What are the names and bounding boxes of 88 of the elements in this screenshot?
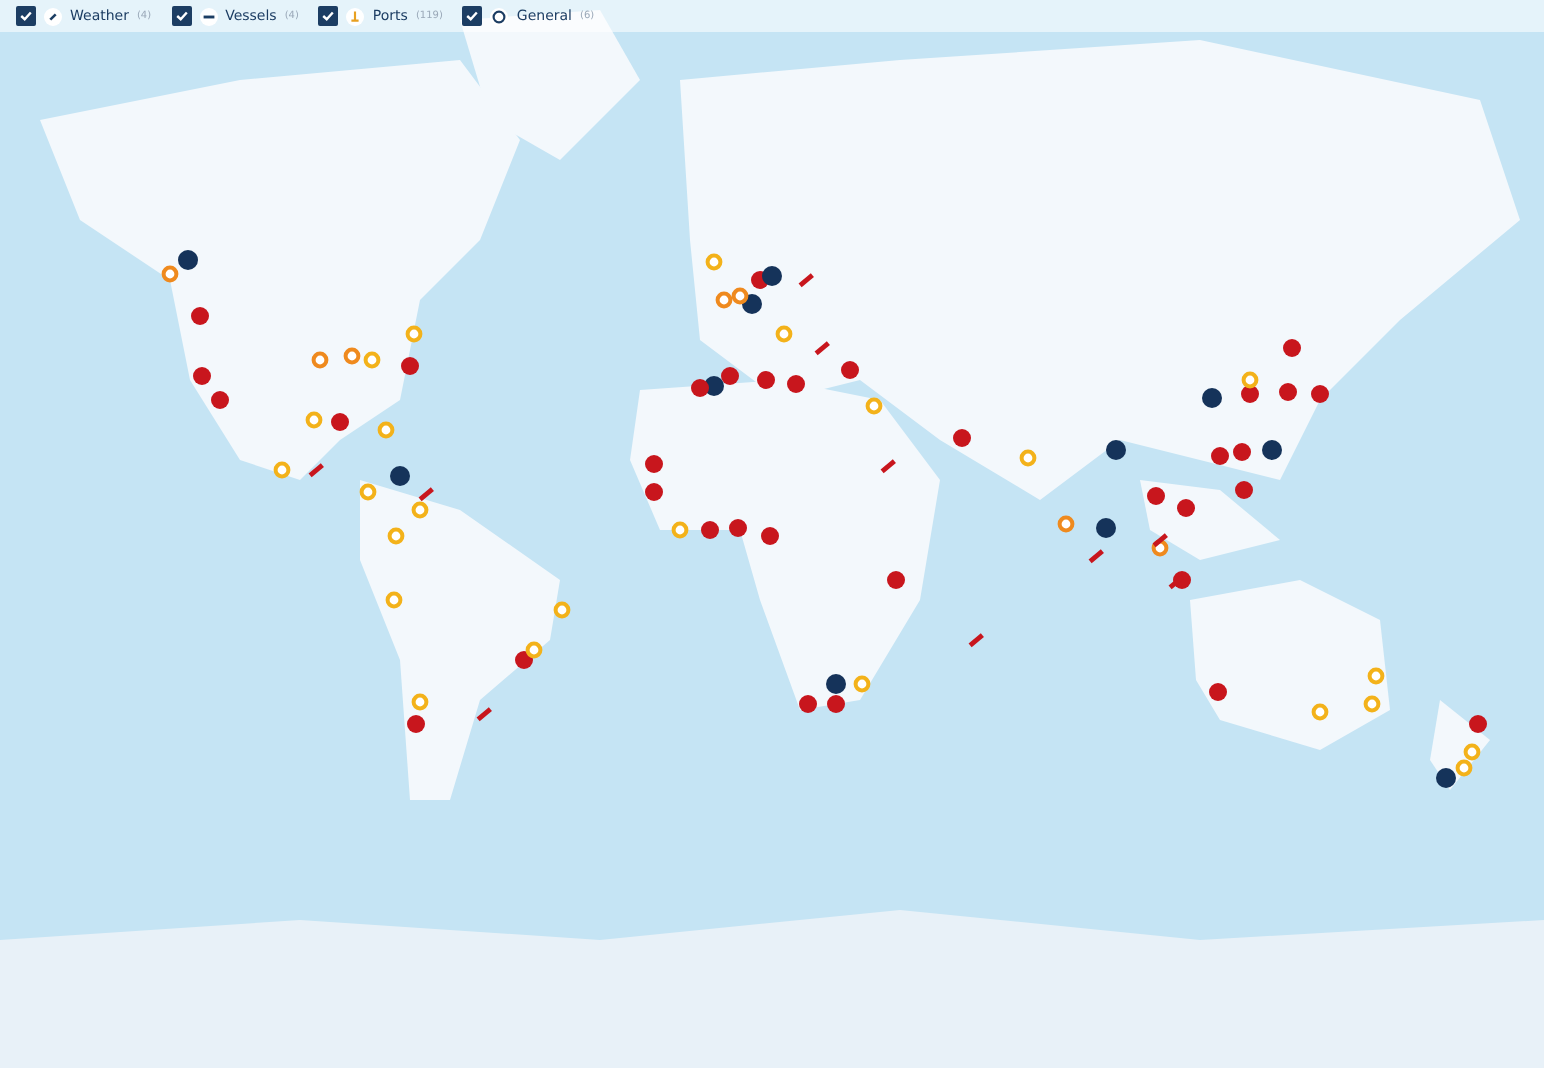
port-marker-icon[interactable]	[671, 521, 689, 539]
vessel-marker-icon[interactable]	[1096, 518, 1116, 538]
port-marker-icon[interactable]	[731, 287, 749, 305]
route-marker-icon	[308, 463, 324, 478]
cluster-marker-icon[interactable]	[953, 429, 971, 447]
cluster-marker-icon[interactable]	[211, 391, 229, 409]
cluster-marker-icon[interactable]	[701, 521, 719, 539]
anchor-icon	[346, 7, 365, 25]
port-marker-icon[interactable]	[343, 347, 361, 365]
cluster-marker-icon[interactable]	[1147, 487, 1165, 505]
cluster-marker-icon[interactable]	[331, 413, 349, 431]
cluster-marker-icon[interactable]	[191, 307, 209, 325]
cluster-marker-icon[interactable]	[1283, 339, 1301, 357]
route-marker-icon	[1088, 549, 1104, 564]
port-marker-icon[interactable]	[553, 601, 571, 619]
port-marker-icon[interactable]	[1455, 759, 1473, 777]
cluster-marker-icon[interactable]	[407, 715, 425, 733]
vessel-marker-icon[interactable]	[390, 466, 410, 486]
port-marker-icon[interactable]	[363, 351, 381, 369]
port-marker-icon[interactable]	[1463, 743, 1481, 761]
cluster-marker-icon[interactable]	[1469, 715, 1487, 733]
checkbox[interactable]	[16, 6, 36, 26]
cluster-marker-icon[interactable]	[1279, 383, 1297, 401]
cluster-marker-icon[interactable]	[721, 367, 739, 385]
port-marker-icon[interactable]	[865, 397, 883, 415]
route-marker-icon	[880, 459, 896, 474]
port-marker-icon[interactable]	[385, 591, 403, 609]
port-marker-icon[interactable]	[161, 265, 179, 283]
port-marker-icon[interactable]	[715, 291, 733, 309]
cluster-marker-icon[interactable]	[645, 483, 663, 501]
vessel-marker-icon[interactable]	[826, 674, 846, 694]
cluster-marker-icon[interactable]	[515, 651, 533, 669]
route-marker-icon	[798, 273, 814, 288]
cluster-marker-icon[interactable]	[401, 357, 419, 375]
port-marker-icon[interactable]	[775, 325, 793, 343]
port-marker-icon[interactable]	[405, 325, 423, 343]
vessel-marker-icon[interactable]	[762, 266, 782, 286]
info-icon	[490, 7, 509, 25]
port-marker-icon[interactable]	[525, 641, 543, 659]
vessel-marker-icon[interactable]	[1262, 440, 1282, 460]
port-marker-icon[interactable]	[853, 675, 871, 693]
port-marker-icon[interactable]	[387, 527, 405, 545]
port-marker-icon[interactable]	[411, 501, 429, 519]
route-marker-icon	[1152, 533, 1168, 548]
cluster-marker-icon[interactable]	[1233, 443, 1251, 461]
vessel-marker-icon[interactable]	[1436, 768, 1456, 788]
vessel-marker-icon[interactable]	[178, 250, 198, 270]
route-marker-icon	[476, 707, 492, 722]
checkbox[interactable]	[171, 6, 192, 26]
port-marker-icon[interactable]	[1311, 703, 1329, 721]
port-marker-icon[interactable]	[377, 421, 395, 439]
cluster-marker-icon[interactable]	[799, 695, 817, 713]
checkbox[interactable]	[462, 6, 483, 26]
cluster-marker-icon[interactable]	[691, 379, 709, 397]
checkbox[interactable]	[318, 6, 339, 26]
cluster-marker-icon[interactable]	[761, 527, 779, 545]
port-marker-icon[interactable]	[359, 483, 377, 501]
port-marker-icon[interactable]	[1019, 449, 1037, 467]
route-marker-icon	[814, 341, 830, 356]
cluster-marker-icon[interactable]	[757, 371, 775, 389]
cluster-marker-icon[interactable]	[827, 695, 845, 713]
port-marker-icon[interactable]	[1057, 515, 1075, 533]
cluster-marker-icon[interactable]	[729, 519, 747, 537]
cluster-marker-icon[interactable]	[1311, 385, 1329, 403]
port-marker-icon[interactable]	[1241, 371, 1259, 389]
port-marker-icon[interactable]	[311, 351, 329, 369]
route-marker-icon	[418, 487, 434, 502]
cluster-marker-icon[interactable]	[645, 455, 663, 473]
cluster-marker-icon[interactable]	[887, 571, 905, 589]
cluster-marker-icon[interactable]	[1177, 499, 1195, 517]
wind-icon	[44, 7, 62, 25]
cluster-marker-icon[interactable]	[1235, 481, 1253, 499]
cluster-marker-icon[interactable]	[1241, 385, 1259, 403]
cluster-marker-icon[interactable]	[193, 367, 211, 385]
cluster-marker-icon[interactable]	[787, 375, 805, 393]
route-marker-icon	[968, 633, 984, 648]
port-marker-icon[interactable]	[411, 693, 429, 711]
vessel-marker-icon[interactable]	[1106, 440, 1126, 460]
ship-icon	[199, 7, 218, 25]
port-marker-icon[interactable]	[1367, 667, 1385, 685]
port-marker-icon[interactable]	[273, 461, 291, 479]
cluster-marker-icon[interactable]	[1211, 447, 1229, 465]
port-marker-icon[interactable]	[1363, 695, 1381, 713]
port-marker-icon[interactable]	[305, 411, 323, 429]
port-marker-icon[interactable]	[705, 253, 723, 271]
vessel-marker-icon[interactable]	[1202, 388, 1222, 408]
cluster-marker-icon[interactable]	[1209, 683, 1227, 701]
cluster-marker-icon[interactable]	[841, 361, 859, 379]
